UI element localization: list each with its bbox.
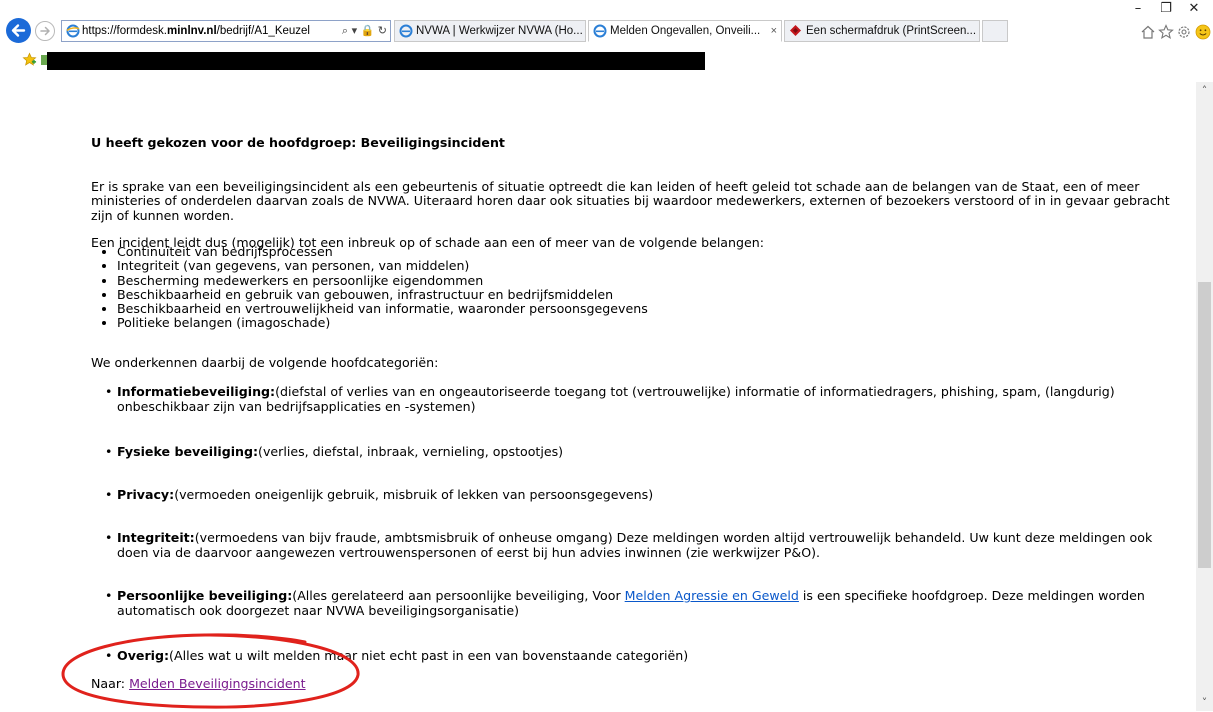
tab-schermafdruk[interactable]: Een schermafdruk (PrintScreen... (784, 20, 980, 42)
tab-melden-ongevallen[interactable]: Melden Ongevallen, Onveili... × (588, 20, 782, 42)
category-integriteit: Integriteit:(vermoedens van bijv fraude,… (105, 530, 1177, 560)
category-informatiebeveiliging: Informatiebeveiliging:(diefstal of verli… (105, 384, 1177, 414)
address-tools[interactable]: ⌕ ▾ 🔒 ↻ (338, 21, 387, 41)
ie-page-icon (593, 24, 607, 38)
categories-intro: We onderkennen daarbij de volgende hoofd… (91, 355, 439, 370)
category-fysieke-beveiliging: Fysieke beveiliging:(verlies, diefstal, … (105, 444, 1177, 459)
close-window-button[interactable]: ✕ (1180, 0, 1208, 18)
red-annotation-ellipse (61, 633, 360, 709)
ie-page-icon (399, 24, 413, 38)
list-item: Beschikbaarheid en gebruik van gebouwen,… (117, 287, 648, 302)
forward-button[interactable] (35, 21, 55, 41)
tab-nvwa-werkwijzer[interactable]: NVWA | Werkwijzer NVWA (Ho... (394, 20, 586, 42)
forward-arrow-icon (40, 26, 50, 36)
ie-page-icon (66, 24, 80, 38)
new-tab-button[interactable] (982, 20, 1008, 42)
interests-list: Continuïteit van bedrijfsprocessen Integ… (103, 244, 648, 331)
list-item: Continuïteit van bedrijfsprocessen (117, 244, 648, 259)
minimize-button[interactable]: – (1124, 0, 1152, 18)
browser-chrome: – ❐ ✕ https://formdesk.minlnv.nl/bedrijf… (0, 0, 1213, 74)
address-bar[interactable]: https://formdesk.minlnv.nl/bedrijf/A1_Ke… (61, 20, 391, 42)
page-heading: U heeft gekozen voor de hoofdgroep: Beve… (91, 135, 505, 150)
url-text: https://formdesk.minlnv.nl/bedrijf/A1_Ke… (82, 25, 310, 37)
gear-icon[interactable] (1176, 24, 1192, 40)
list-item: Politieke belangen (imagoschade) (117, 316, 648, 331)
melden-agressie-link[interactable]: Melden Agressie en Geweld (625, 588, 799, 603)
list-item: Beschikbaarheid en vertrouwelijkheid van… (117, 301, 648, 316)
vertical-scrollbar[interactable]: ˄ ˅ (1196, 82, 1213, 711)
back-button[interactable] (6, 18, 31, 43)
back-arrow-icon (11, 24, 26, 37)
scroll-up-button[interactable]: ˄ (1196, 82, 1213, 99)
category-privacy: Privacy:(vermoeden oneigenlijk gebruik, … (105, 487, 1177, 502)
smiley-feedback-icon[interactable] (1195, 24, 1211, 40)
scroll-thumb[interactable] (1198, 282, 1211, 568)
list-item: Bescherming medewerkers en persoonlijke … (117, 273, 648, 288)
intro-paragraph: Er is sprake van een beveiligingsinciden… (91, 178, 1170, 223)
favorites-add-icon[interactable] (22, 52, 37, 67)
scroll-down-button[interactable]: ˅ (1196, 694, 1213, 711)
book-icon (790, 25, 801, 36)
favorites-star-icon[interactable] (1158, 24, 1174, 40)
redacted-bar (47, 52, 705, 70)
close-tab-icon[interactable]: × (771, 21, 777, 41)
home-icon[interactable] (1140, 24, 1156, 40)
list-item: Integriteit (van gegevens, van personen,… (117, 258, 648, 273)
category-persoonlijke-beveiliging: Persoonlijke beveiliging:(Alles gerelate… (105, 588, 1177, 618)
restore-button[interactable]: ❐ (1152, 0, 1180, 18)
